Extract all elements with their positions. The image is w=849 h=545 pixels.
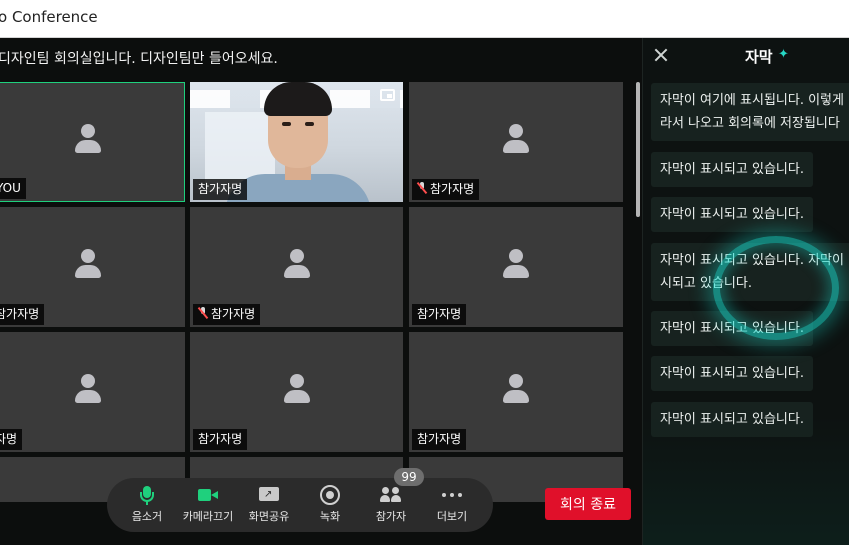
participant-tile[interactable]: 참가자명 [190,332,403,452]
participant-tile[interactable]: 참가자명 [190,207,403,327]
caption-item: 자막이 표시되고 있습니다. [651,197,813,232]
camera-button[interactable]: 카메라끄기 [178,484,238,528]
participant-name: 참가자명 [430,182,475,196]
participant-name: 참가자명 [198,432,243,446]
captions-panel-header: 자막 ✦ [643,38,849,74]
muted-mic-icon [416,181,428,195]
more-label: 더보기 [436,510,468,523]
end-meeting-button[interactable]: 회의 종료 [545,488,631,520]
window-titlebar: o Conference [0,0,849,38]
muted-mic-icon [197,306,209,320]
caption-line: 시되고 있습니다. [660,276,752,291]
camera-icon [198,484,218,506]
participant-name: 참가자명 [417,307,462,321]
record-button[interactable]: 녹화 [300,484,360,528]
person-placeholder-icon [503,374,529,404]
screen-share-button[interactable]: ↗ 화면공유 [239,484,299,528]
person-placeholder-icon [74,249,101,279]
close-icon[interactable] [653,47,669,63]
participant-tile[interactable]: 참가자명 [409,82,623,202]
grid-scrollbar[interactable] [636,82,640,217]
pip-icon[interactable] [380,89,395,101]
participant-name-tag: 자명 [0,429,23,450]
participant-name: 참가자명 [211,307,256,321]
participant-name-tag: 참가자명 [412,304,467,325]
person-placeholder-icon [503,249,529,279]
participant-name-tag: 참가자명 [193,179,248,200]
person-placeholder-icon [283,374,310,404]
sparkle-icon: ✦ [778,47,789,62]
participant-tile[interactable]: 참가자명 [409,332,623,452]
record-label: 녹화 [319,510,341,523]
caption-item: 자막이 표시되고 있습니다. 자막이 시되고 있습니다. [651,243,849,301]
meeting-control-bar: 음소거 카메라끄기 ↗ 화면공유 녹화 참가자 더보기 [107,478,493,532]
microphone-icon [140,484,154,506]
participant-name-tag: YOU [0,178,26,199]
participant-name-tag: 참가자명 [193,304,261,325]
screen-share-icon: ↗ [259,484,279,506]
person-placeholder-icon [283,249,310,279]
participants-icon [380,484,402,506]
participant-tile[interactable]: 참가자명 [409,207,623,327]
screen-share-label: 화면공유 [248,510,290,523]
participants-count-badge: 99 [394,468,424,486]
caption-item: 자막이 여기에 표시됩니다. 이렇게 라서 나오고 회의록에 저장됩니다 [651,83,849,141]
meeting-app: 디자인팀 회의실입니다. 디자인팀만 들어오세요. YOU 참가자명 [0,38,849,545]
camera-label: 카메라끄기 [182,510,234,523]
caption-item: 자막이 표시되고 있습니다. [651,152,813,187]
participant-tile[interactable]: 자명 [0,332,185,452]
captions-panel-title: 자막 [745,48,773,66]
captions-panel: 자막 ✦ 자막이 여기에 표시됩니다. 이렇게 라서 나오고 회의록에 저장됩니… [642,38,849,545]
person-placeholder-icon [74,374,101,404]
caption-line: 자막이 표시되고 있습니다. [660,321,804,336]
participant-tile[interactable]: YOU [0,82,185,202]
caption-line: 라서 나오고 회의록에 저장됩니다 [660,116,840,131]
caption-line: 자막이 표시되고 있습니다. [660,207,804,222]
caption-item: 자막이 표시되고 있습니다. [651,402,813,437]
participant-name: 참가자명 [417,432,462,446]
caption-line: 자막이 표시되고 있습니다. [660,366,804,381]
caption-line: 자막이 표시되고 있습니다. [660,412,804,427]
participant-tile[interactable]: 참가자명 [0,207,185,327]
participant-name: 참가자명 [0,307,40,321]
record-icon [320,484,340,506]
mute-label: 음소거 [131,510,163,523]
caption-line: 자막이 여기에 표시됩니다. 이렇게 [660,93,844,108]
caption-line: 자막이 표시되고 있습니다. [660,162,804,177]
participant-name: 참가자명 [198,182,243,196]
person-placeholder-icon [503,124,529,154]
caption-item: 자막이 표시되고 있습니다. [651,311,813,346]
participant-tile-video[interactable]: 참가자명 [190,82,403,202]
participants-button[interactable]: 참가자 [361,484,421,528]
caption-line: 자막이 표시되고 있습니다. 자막이 [660,253,844,268]
participants-label: 참가자 [375,510,407,523]
window-title: o Conference [0,8,98,26]
participant-name-tag: 참가자명 [412,429,467,450]
participant-name: 자명 [0,432,18,446]
participant-name: YOU [0,181,21,195]
caption-item: 자막이 표시되고 있습니다. [651,356,813,391]
video-grid: YOU 참가자명 참가자명 [0,82,636,502]
meeting-room-title: 디자인팀 회의실입니다. 디자인팀만 들어오세요. [0,51,278,67]
participant-name-tag: 참가자명 [0,304,45,325]
person-placeholder-icon [74,124,101,154]
participant-name-tag: 참가자명 [412,179,480,200]
more-icon [441,484,463,506]
participant-name-tag: 참가자명 [193,429,248,450]
more-button[interactable]: 더보기 [422,484,482,528]
mute-button[interactable]: 음소거 [117,484,177,528]
